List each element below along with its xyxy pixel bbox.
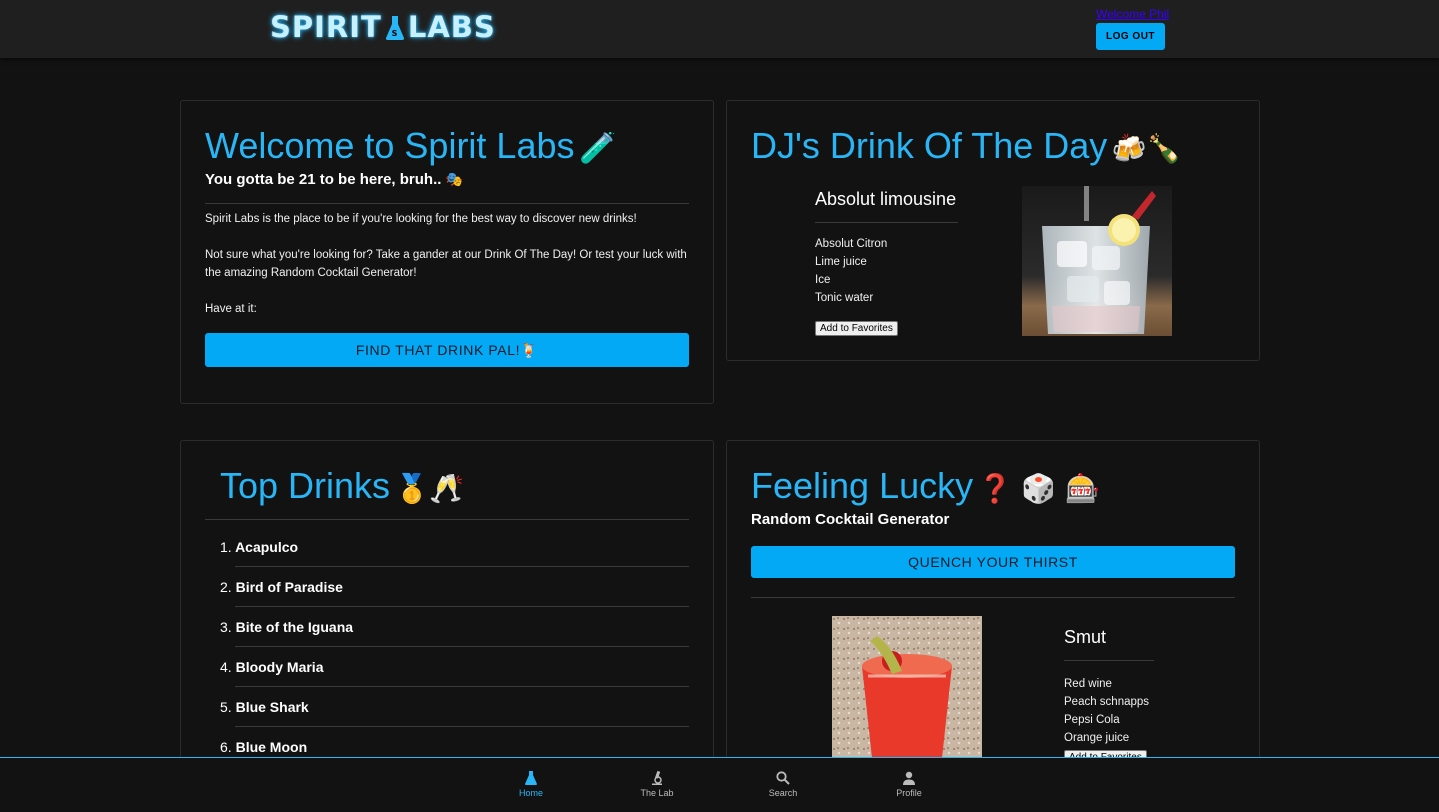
microscope-icon [652, 770, 662, 785]
top-drink-item[interactable]: 5. Blue Shark [220, 699, 309, 715]
welcome-user-link[interactable]: Welcome Phil [1096, 7, 1169, 21]
person-icon [903, 771, 915, 785]
dice-slot-icon: ❓ 🎲 🎰 [977, 472, 1100, 505]
ingredient-item: Pepsi Cola [1064, 714, 1120, 726]
dotd-ingredient-list: Absolut Citron Lime juice Ice Tonic wate… [815, 235, 887, 307]
top-drink-item[interactable]: 2. Bird of Paradise [220, 579, 343, 595]
quench-thirst-button[interactable]: QUENCH YOUR THIRST [751, 546, 1235, 578]
masks-icon: 🎭 [445, 172, 464, 188]
app-header: SPIRIT S LABS Welcome Phil LOG OUT [0, 0, 1439, 58]
top-drinks-title: Top Drinks 🥇🥂 [220, 465, 465, 506]
feeling-lucky-card: Feeling Lucky ❓ 🎲 🎰 Random Cocktail Gene… [726, 440, 1260, 770]
beer-champagne-icon: 🍻🍾 [1111, 132, 1182, 165]
bottom-navigation: Home The Lab Search Profile [0, 757, 1439, 812]
medal-toast-icon: 🥇🥂 [394, 472, 465, 505]
drink-of-the-day-card: DJ's Drink Of The Day 🍻🍾 Absolut limousi… [726, 100, 1260, 361]
feeling-lucky-title: Feeling Lucky ❓ 🎲 🎰 [751, 465, 1100, 506]
dotd-drink-name: Absolut limousine [815, 189, 957, 209]
dotd-title: DJ's Drink Of The Day 🍻🍾 [751, 125, 1182, 166]
nav-search[interactable]: Search [753, 770, 813, 798]
welcome-divider [205, 203, 689, 204]
ingredient-item: Red wine [1064, 678, 1112, 690]
dotd-drink-photo[interactable] [1022, 186, 1172, 336]
random-drink-photo[interactable] [832, 616, 982, 758]
dotd-add-favorites-button[interactable]: Add to Favorites [815, 321, 898, 336]
welcome-paragraph-2: Not sure what you're looking for? Take a… [205, 249, 687, 279]
ingredient-item: Lime juice [815, 256, 867, 268]
ingredient-item: Peach schnapps [1064, 696, 1150, 708]
top-drink-item[interactable]: 4. Bloody Maria [220, 659, 323, 675]
dotd-divider [815, 222, 958, 223]
nav-the-lab[interactable]: The Lab [627, 770, 687, 798]
svg-text:S: S [391, 29, 398, 38]
random-drink-divider [1064, 660, 1154, 661]
flask-icon [525, 771, 537, 785]
top-drink-item[interactable]: 1. Acapulco [220, 539, 298, 555]
welcome-paragraph-1: Spirit Labs is the place to be if you're… [205, 213, 637, 225]
spirit-labs-logo[interactable]: SPIRIT S LABS [270, 10, 496, 44]
ingredient-item: Absolut Citron [815, 238, 888, 250]
logo-text-left: SPIRIT [270, 10, 382, 44]
lucky-divider [751, 597, 1235, 598]
list-divider [235, 686, 689, 687]
list-divider [235, 566, 689, 567]
welcome-title: Welcome to Spirit Labs 🧪 [205, 125, 617, 166]
top-drinks-card: Top Drinks 🥇🥂 1. Acapulco 2. Bird of Par… [180, 440, 714, 770]
ingredient-item: Orange juice [1064, 732, 1130, 744]
nav-home[interactable]: Home [501, 770, 561, 798]
list-divider [235, 606, 689, 607]
welcome-card: Welcome to Spirit Labs 🧪 You gotta be 21… [180, 100, 714, 404]
nav-profile[interactable]: Profile [879, 770, 939, 798]
logo-flask-icon: S [385, 14, 405, 40]
search-icon [776, 771, 790, 785]
random-generator-subtitle: Random Cocktail Generator [751, 511, 950, 528]
list-divider [235, 646, 689, 647]
ingredient-item: Ice [815, 274, 831, 286]
welcome-subtitle: You gotta be 21 to be here, bruh.. 🎭 [205, 171, 464, 188]
list-divider [235, 726, 689, 727]
random-ingredient-list: Red wine Peach schnapps Pepsi Cola Orang… [1064, 675, 1149, 747]
test-tube-icon: 🧪 [578, 131, 617, 166]
random-drink-name: Smut [1064, 627, 1107, 647]
ingredient-item: Tonic water [815, 292, 874, 304]
top-drinks-divider [205, 519, 689, 520]
find-drink-button[interactable]: FIND THAT DRINK PAL!🍹 [205, 333, 689, 367]
logout-button[interactable]: LOG OUT [1096, 23, 1165, 50]
logo-text-right: LABS [407, 10, 496, 44]
top-drink-item[interactable]: 3. Bite of the Iguana [220, 619, 353, 635]
top-drink-item[interactable]: 6. Blue Moon [220, 739, 307, 755]
welcome-paragraph-3: Have at it: [205, 303, 257, 315]
